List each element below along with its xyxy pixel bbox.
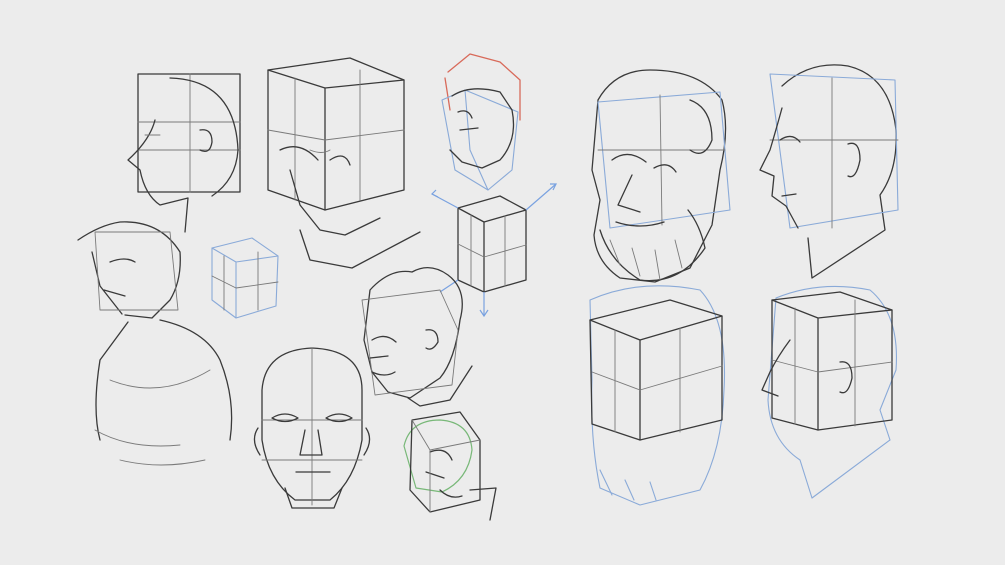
sketch-canvas <box>0 0 1005 565</box>
paper-background <box>0 0 1005 565</box>
head-study-sheet <box>0 0 1005 565</box>
